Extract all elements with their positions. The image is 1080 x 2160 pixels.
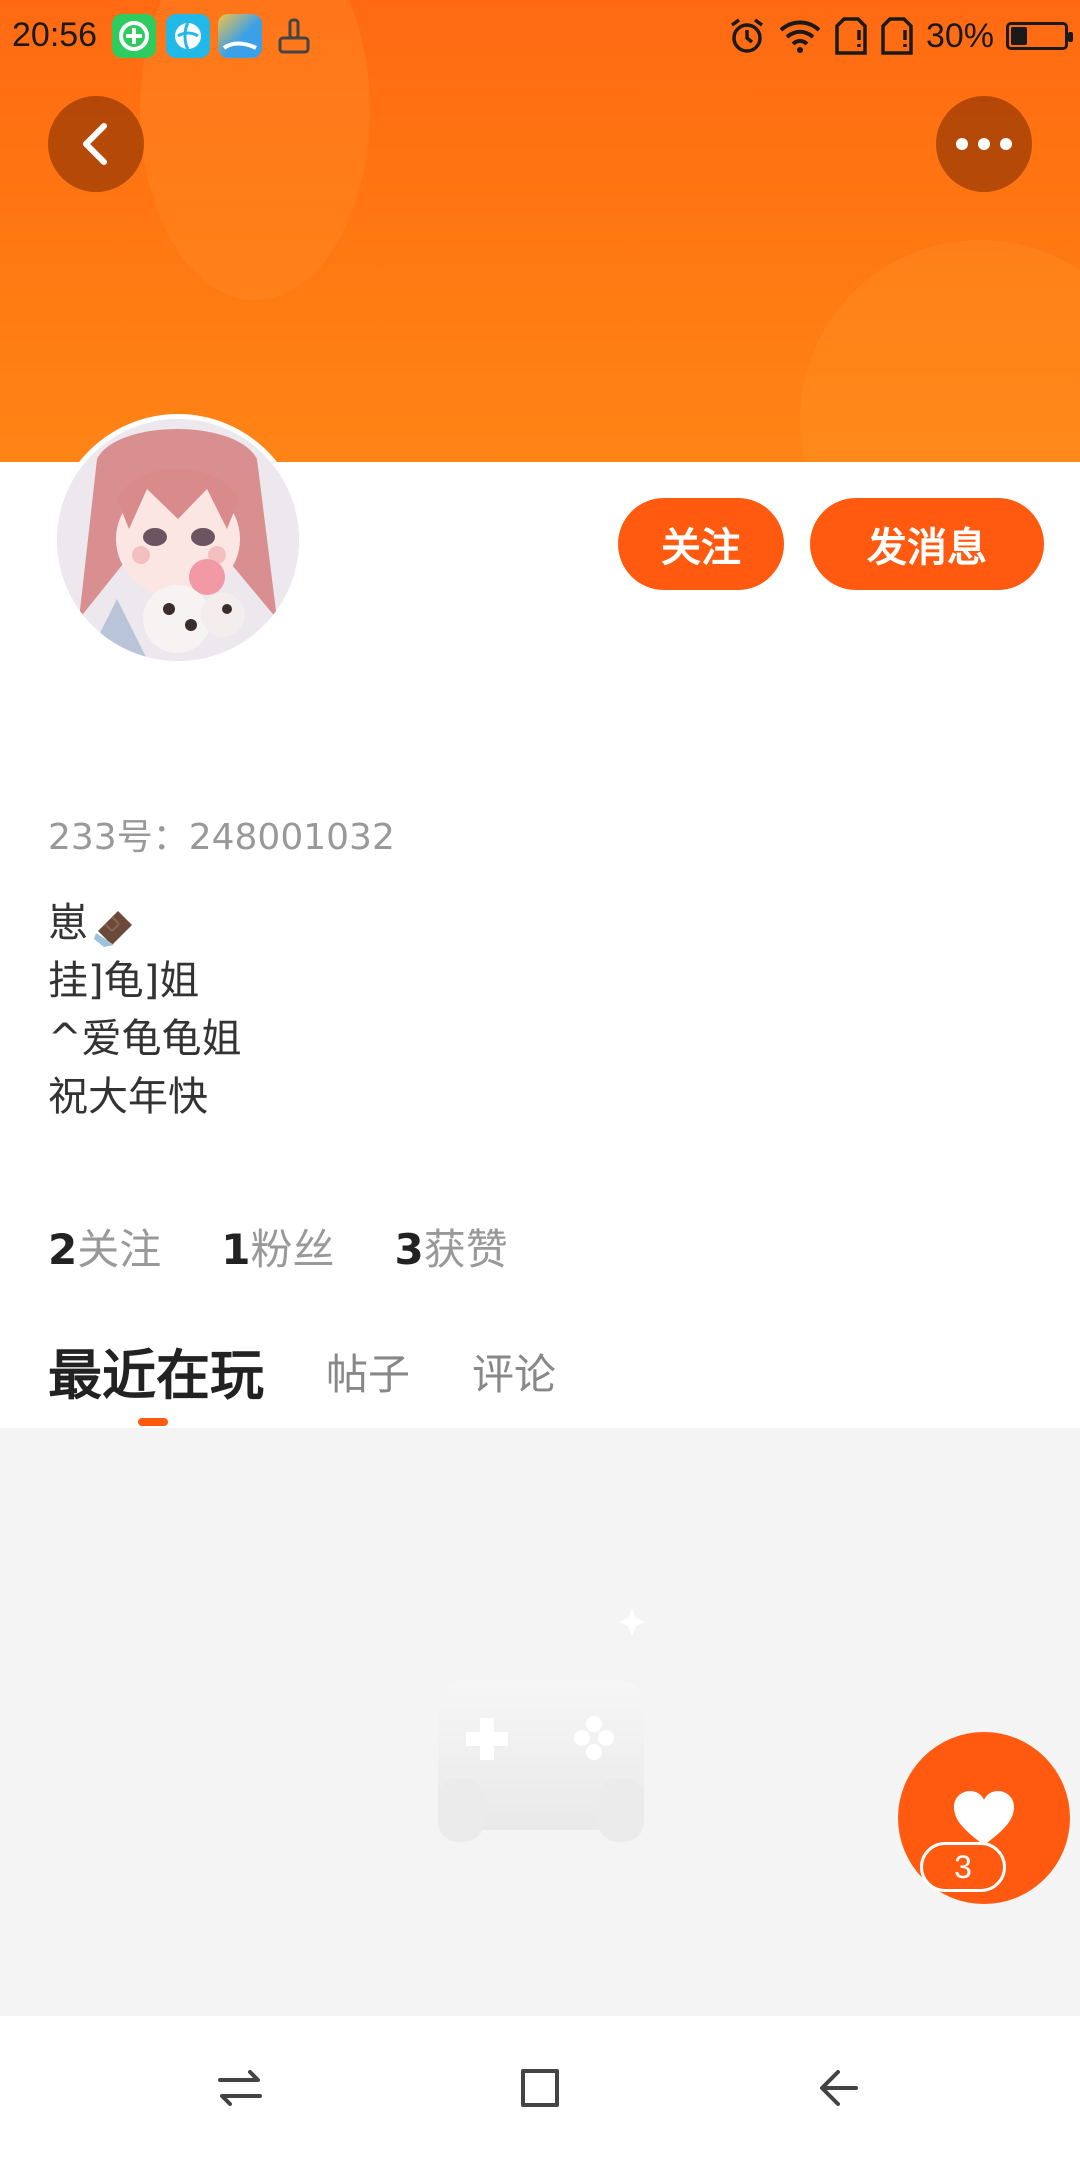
back-nav-button[interactable]: [808, 2056, 872, 2120]
app-blue-icon: [166, 14, 210, 58]
home-icon: [521, 2069, 559, 2107]
sim2-icon: [881, 17, 913, 55]
heart-icon: [954, 1791, 1014, 1845]
back-icon: [820, 2070, 858, 2106]
sim1-icon: [835, 17, 867, 55]
tab-recently-played[interactable]: 最近在玩: [48, 1331, 264, 1426]
status-bar: 20:56 30%: [0, 0, 1080, 72]
tab-posts[interactable]: 帖子: [326, 1341, 410, 1426]
tab-comments[interactable]: 评论: [472, 1341, 556, 1426]
bio-line: 祝大年快: [48, 1074, 208, 1120]
battery-icon: [1006, 22, 1073, 50]
alarm-icon: [730, 18, 763, 53]
bio-line: 崽: [48, 894, 242, 952]
avatar[interactable]: [52, 414, 304, 666]
send-message-button[interactable]: 发消息: [810, 498, 1044, 590]
weather-icon: [218, 14, 262, 58]
user-id: 233号：248001032: [48, 817, 395, 858]
user-bio: 崽 挂]龟]姐 ^爱龟龟姐 祝大年快: [48, 894, 242, 1126]
profile-tabs: 最近在玩 帖子 评论: [48, 1326, 556, 1426]
following-stat[interactable]: 2关注: [48, 1216, 161, 1277]
empty-gamepad-icon: [438, 1608, 646, 1842]
fans-stat[interactable]: 1粉丝: [221, 1216, 334, 1277]
battery-percent: 30%: [925, 16, 994, 55]
back-button[interactable]: [48, 96, 144, 192]
chevron-left-icon: [83, 123, 107, 165]
wifi-icon: [779, 20, 821, 53]
tab-content-area: [0, 1428, 1080, 2016]
chocolate-emoji-icon: [92, 905, 136, 947]
home-button[interactable]: [508, 2056, 572, 2120]
active-tab-indicator: [138, 1418, 168, 1426]
follow-button[interactable]: 关注: [618, 498, 784, 590]
banner-decoration: [800, 240, 1080, 462]
status-time: 20:56: [12, 16, 98, 54]
system-nav-bar: [0, 2016, 1080, 2160]
more-dots-icon: [956, 138, 1012, 150]
app-green-icon: [112, 14, 156, 58]
profile-stats: 2关注 1粉丝 3获赞: [48, 1216, 508, 1277]
like-count-badge: 3: [920, 1842, 1006, 1892]
more-button[interactable]: [936, 96, 1032, 192]
likes-stat: 3获赞: [394, 1225, 508, 1274]
recent-apps-button[interactable]: [208, 2056, 272, 2120]
bio-line: ^爱龟龟姐: [48, 1016, 242, 1062]
battery-level: [1011, 27, 1027, 45]
recent-apps-icon: [218, 2070, 262, 2106]
bio-line: 挂]龟]姐: [48, 958, 200, 1004]
brush-icon: [272, 14, 316, 58]
